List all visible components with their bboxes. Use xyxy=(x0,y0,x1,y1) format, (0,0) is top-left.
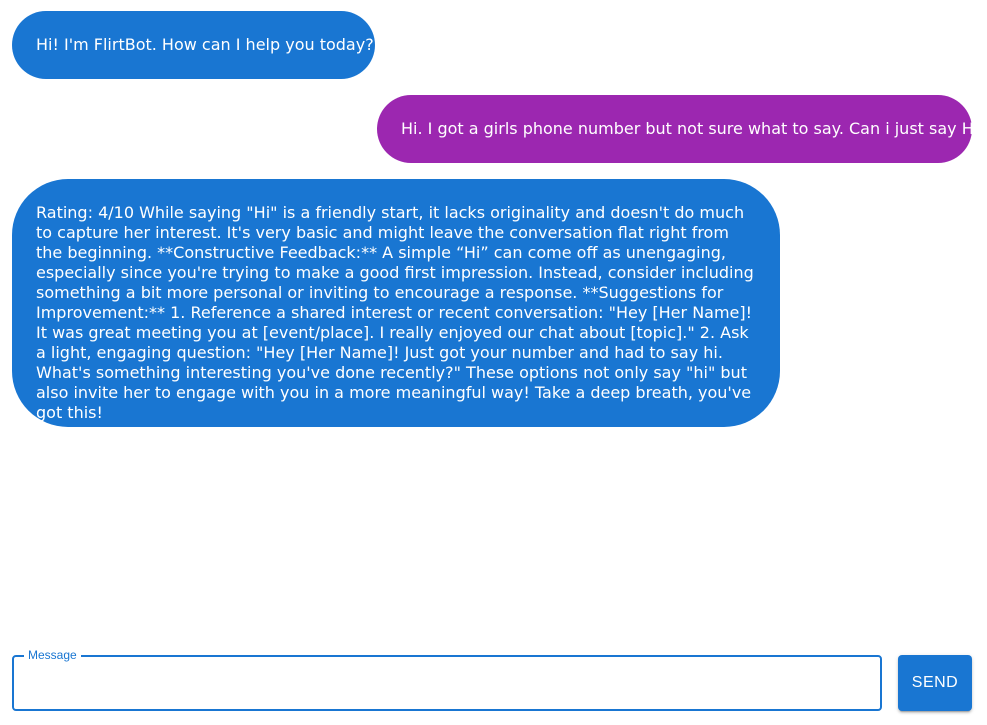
send-button[interactable]: SEND xyxy=(898,655,972,711)
user-message-bubble: Hi. I got a girls phone number but not s… xyxy=(377,95,987,163)
message-input-container: Message xyxy=(12,648,882,711)
bot-message-bubble: Hi! I'm FlirtBot. How can I help you tod… xyxy=(12,11,375,79)
bot-message-bubble: Rating: 4/10 While saying "Hi" is a frie… xyxy=(12,179,780,427)
message-input-label: Message xyxy=(24,648,81,662)
message-input[interactable] xyxy=(14,657,880,709)
chat-page: Hi! I'm FlirtBot. How can I help you tod… xyxy=(0,0,987,725)
